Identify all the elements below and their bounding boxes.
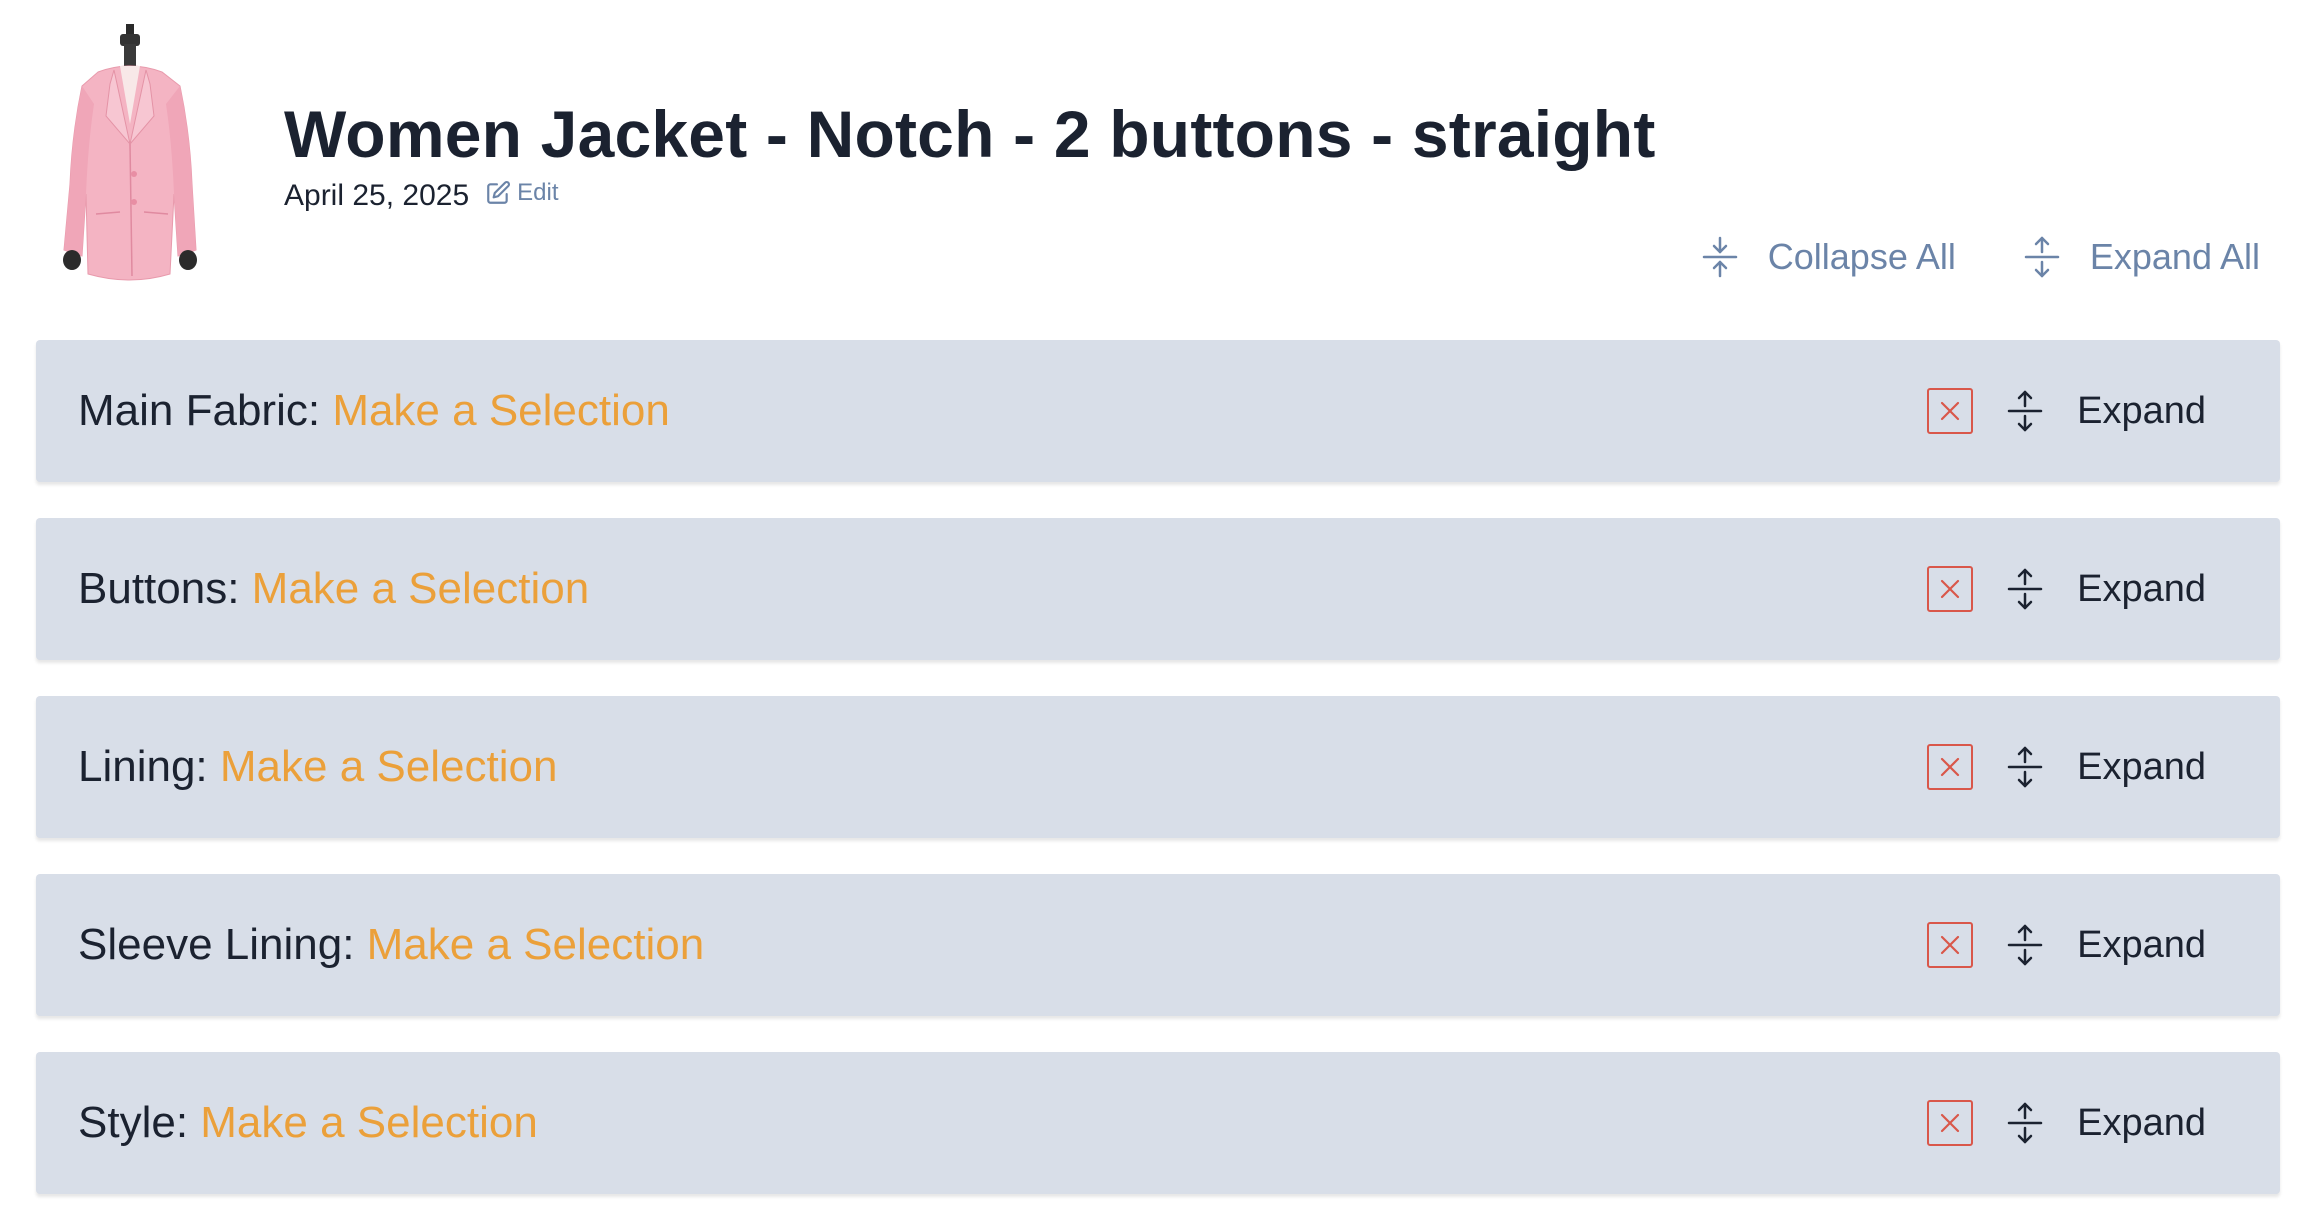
product-image	[63, 24, 197, 281]
section-selection-value: Make a Selection	[332, 386, 670, 435]
header: Women Jacket - Notch - 2 buttons - strai…	[0, 0, 2320, 330]
expand-icon	[2007, 1102, 2043, 1144]
section-label: Buttons:	[78, 564, 240, 613]
page-title: Women Jacket - Notch - 2 buttons - strai…	[284, 97, 1656, 171]
section-expand-button[interactable]: Expand	[1973, 390, 2206, 433]
expand-label: Expand	[2077, 923, 2206, 966]
section-style[interactable]: Style: Make a Selection Expand	[36, 1052, 2280, 1194]
section-title: Lining: Make a Selection	[78, 742, 557, 792]
clear-selection-button[interactable]	[1927, 744, 1974, 790]
section-expand-button[interactable]: Expand	[1973, 924, 2206, 967]
close-icon	[1941, 401, 1960, 421]
expand-icon	[2007, 924, 2043, 966]
close-icon	[1941, 1113, 1960, 1133]
expand-label: Expand	[2077, 567, 2206, 610]
section-selection-value: Make a Selection	[219, 742, 558, 791]
edit-icon	[487, 181, 511, 204]
section-label: Lining:	[78, 742, 208, 791]
expand-icon	[2007, 746, 2043, 788]
section-title: Main Fabric: Make a Selection	[78, 386, 670, 436]
section-actions: Expand	[1927, 1100, 2206, 1146]
close-icon	[1941, 579, 1960, 599]
section-list: Main Fabric: Make a Selection Expand But…	[36, 340, 2280, 1216]
section-expand-button[interactable]: Expand	[1973, 746, 2206, 789]
section-title: Style: Make a Selection	[78, 1098, 538, 1148]
expand-label: Expand	[2077, 745, 2206, 788]
section-lining[interactable]: Lining: Make a Selection Expand	[36, 696, 2280, 838]
section-actions: Expand	[1927, 744, 2206, 790]
clear-selection-button[interactable]	[1927, 566, 1974, 612]
section-title: Buttons: Make a Selection	[78, 564, 589, 614]
section-selection-value: Make a Selection	[366, 920, 705, 969]
expand-icon	[2007, 390, 2043, 432]
section-actions: Expand	[1927, 922, 2206, 968]
order-date: April 25, 2025	[284, 179, 470, 212]
section-title: Sleeve Lining: Make a Selection	[78, 920, 704, 970]
section-selection-value: Make a Selection	[251, 564, 590, 613]
expand-all-button[interactable]: Expand All	[2024, 236, 2260, 278]
section-actions: Expand	[1927, 388, 2206, 434]
section-main-fabric[interactable]: Main Fabric: Make a Selection Expand	[36, 340, 2280, 482]
expand-icon	[2024, 236, 2060, 278]
clear-selection-button[interactable]	[1927, 388, 1974, 434]
close-icon	[1941, 757, 1960, 777]
expand-label: Expand	[2077, 1101, 2206, 1144]
date-row: April 25, 2025 Edit	[284, 176, 559, 216]
section-actions: Expand	[1927, 566, 2206, 612]
section-label: Sleeve Lining:	[78, 920, 355, 969]
expand-icon	[2007, 568, 2043, 610]
global-actions: Collapse All Expand All	[1634, 236, 2260, 278]
section-label: Style:	[78, 1098, 189, 1147]
expand-label: Expand	[2077, 389, 2206, 432]
page: Women Jacket - Notch - 2 buttons - strai…	[0, 0, 2320, 1216]
close-icon	[1941, 935, 1960, 955]
section-selection-value: Make a Selection	[200, 1098, 538, 1147]
section-sleeve-lining[interactable]: Sleeve Lining: Make a Selection Expand	[36, 874, 2280, 1016]
section-expand-button[interactable]: Expand	[1973, 568, 2206, 611]
collapse-all-label: Collapse All	[1767, 236, 1956, 277]
clear-selection-button[interactable]	[1927, 922, 1974, 968]
expand-all-label: Expand All	[2089, 236, 2260, 277]
collapse-all-button[interactable]: Collapse All	[1702, 236, 1956, 278]
clear-selection-button[interactable]	[1927, 1100, 1974, 1146]
edit-label: Edit	[517, 179, 559, 206]
collapse-icon	[1702, 236, 1738, 278]
section-expand-button[interactable]: Expand	[1973, 1102, 2206, 1145]
edit-button[interactable]: Edit	[485, 179, 559, 207]
section-label: Main Fabric:	[78, 386, 321, 435]
section-buttons[interactable]: Buttons: Make a Selection Expand	[36, 518, 2280, 660]
